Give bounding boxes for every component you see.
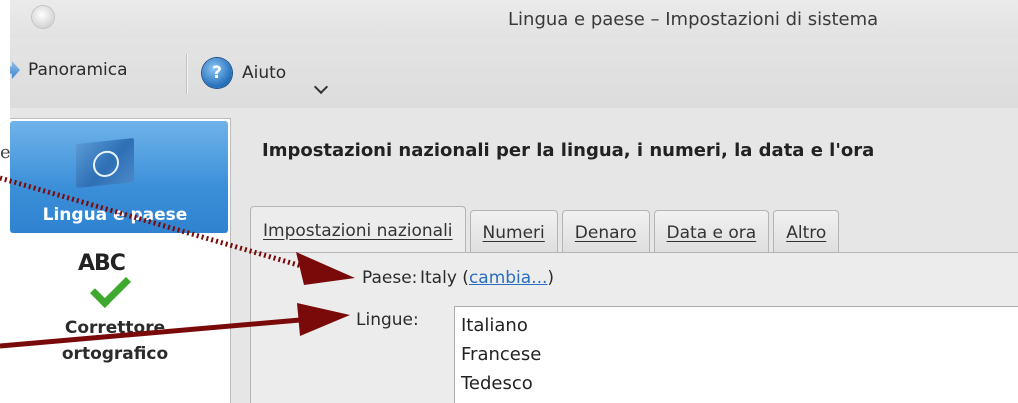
country-value: Italy (cambia...) bbox=[420, 268, 554, 288]
help-label: Aiuto bbox=[242, 63, 287, 83]
sidebar-item-label-line1: Correttore bbox=[64, 318, 166, 338]
help-button[interactable]: ? Aiuto bbox=[202, 58, 286, 88]
page-title: Impostazioni nazionali per la lingua, i … bbox=[262, 140, 875, 161]
sidebar-item-lingua-e-paese[interactable]: Lingua e paese bbox=[10, 121, 228, 233]
sidebar-item-label-line2: ortografico bbox=[61, 344, 169, 364]
window-title: Lingua e paese – Impostazioni di sistema bbox=[508, 9, 879, 30]
edge-text: e bbox=[0, 142, 11, 163]
list-item[interactable]: Italiano bbox=[461, 311, 1018, 340]
overview-label: Panoramica bbox=[28, 60, 128, 80]
window-menu-button[interactable] bbox=[32, 6, 54, 28]
chevron-down-icon[interactable] bbox=[313, 79, 329, 95]
sidebar: Lingua e paese ABC Correttore ortografic… bbox=[10, 118, 231, 403]
tab-altro[interactable]: Altro bbox=[773, 210, 840, 254]
back-arrow-icon bbox=[10, 61, 20, 79]
help-icon: ? bbox=[202, 58, 232, 88]
settings-window: Lingua e paese – Impostazioni di sistema… bbox=[10, 0, 1018, 403]
un-flag-icon bbox=[76, 137, 134, 189]
close-paren: ) bbox=[547, 268, 555, 288]
open-paren: ( bbox=[456, 268, 469, 288]
languages-list[interactable]: Italiano Francese Tedesco bbox=[454, 306, 1018, 403]
tab-data-e-ora[interactable]: Data e ora bbox=[653, 210, 770, 254]
languages-label: Lingue: bbox=[356, 310, 419, 330]
sidebar-item-label: Lingua e paese bbox=[42, 205, 188, 225]
toolbar-separator bbox=[186, 54, 187, 94]
list-item[interactable]: Tedesco bbox=[461, 369, 1018, 398]
tab-numeri[interactable]: Numeri bbox=[469, 210, 558, 254]
title-bar: Lingua e paese – Impostazioni di sistema bbox=[10, 0, 1018, 38]
country-name: Italy bbox=[420, 268, 457, 288]
tab-bar: Impostazioni nazionali Numeri Denaro Dat… bbox=[250, 206, 843, 254]
change-country-link[interactable]: cambia... bbox=[469, 268, 547, 288]
tab-denaro[interactable]: Denaro bbox=[561, 210, 650, 254]
sidebar-item-label: Correttore ortografico bbox=[10, 315, 220, 367]
list-item[interactable]: Francese bbox=[461, 340, 1018, 369]
toolbar: Panoramica ? Aiuto bbox=[10, 38, 1018, 108]
country-label: Paese: bbox=[362, 268, 418, 288]
overview-button[interactable]: Panoramica bbox=[10, 60, 128, 80]
spellcheck-icon: ABC bbox=[78, 251, 138, 309]
tab-impostazioni-nazionali[interactable]: Impostazioni nazionali bbox=[250, 206, 466, 254]
